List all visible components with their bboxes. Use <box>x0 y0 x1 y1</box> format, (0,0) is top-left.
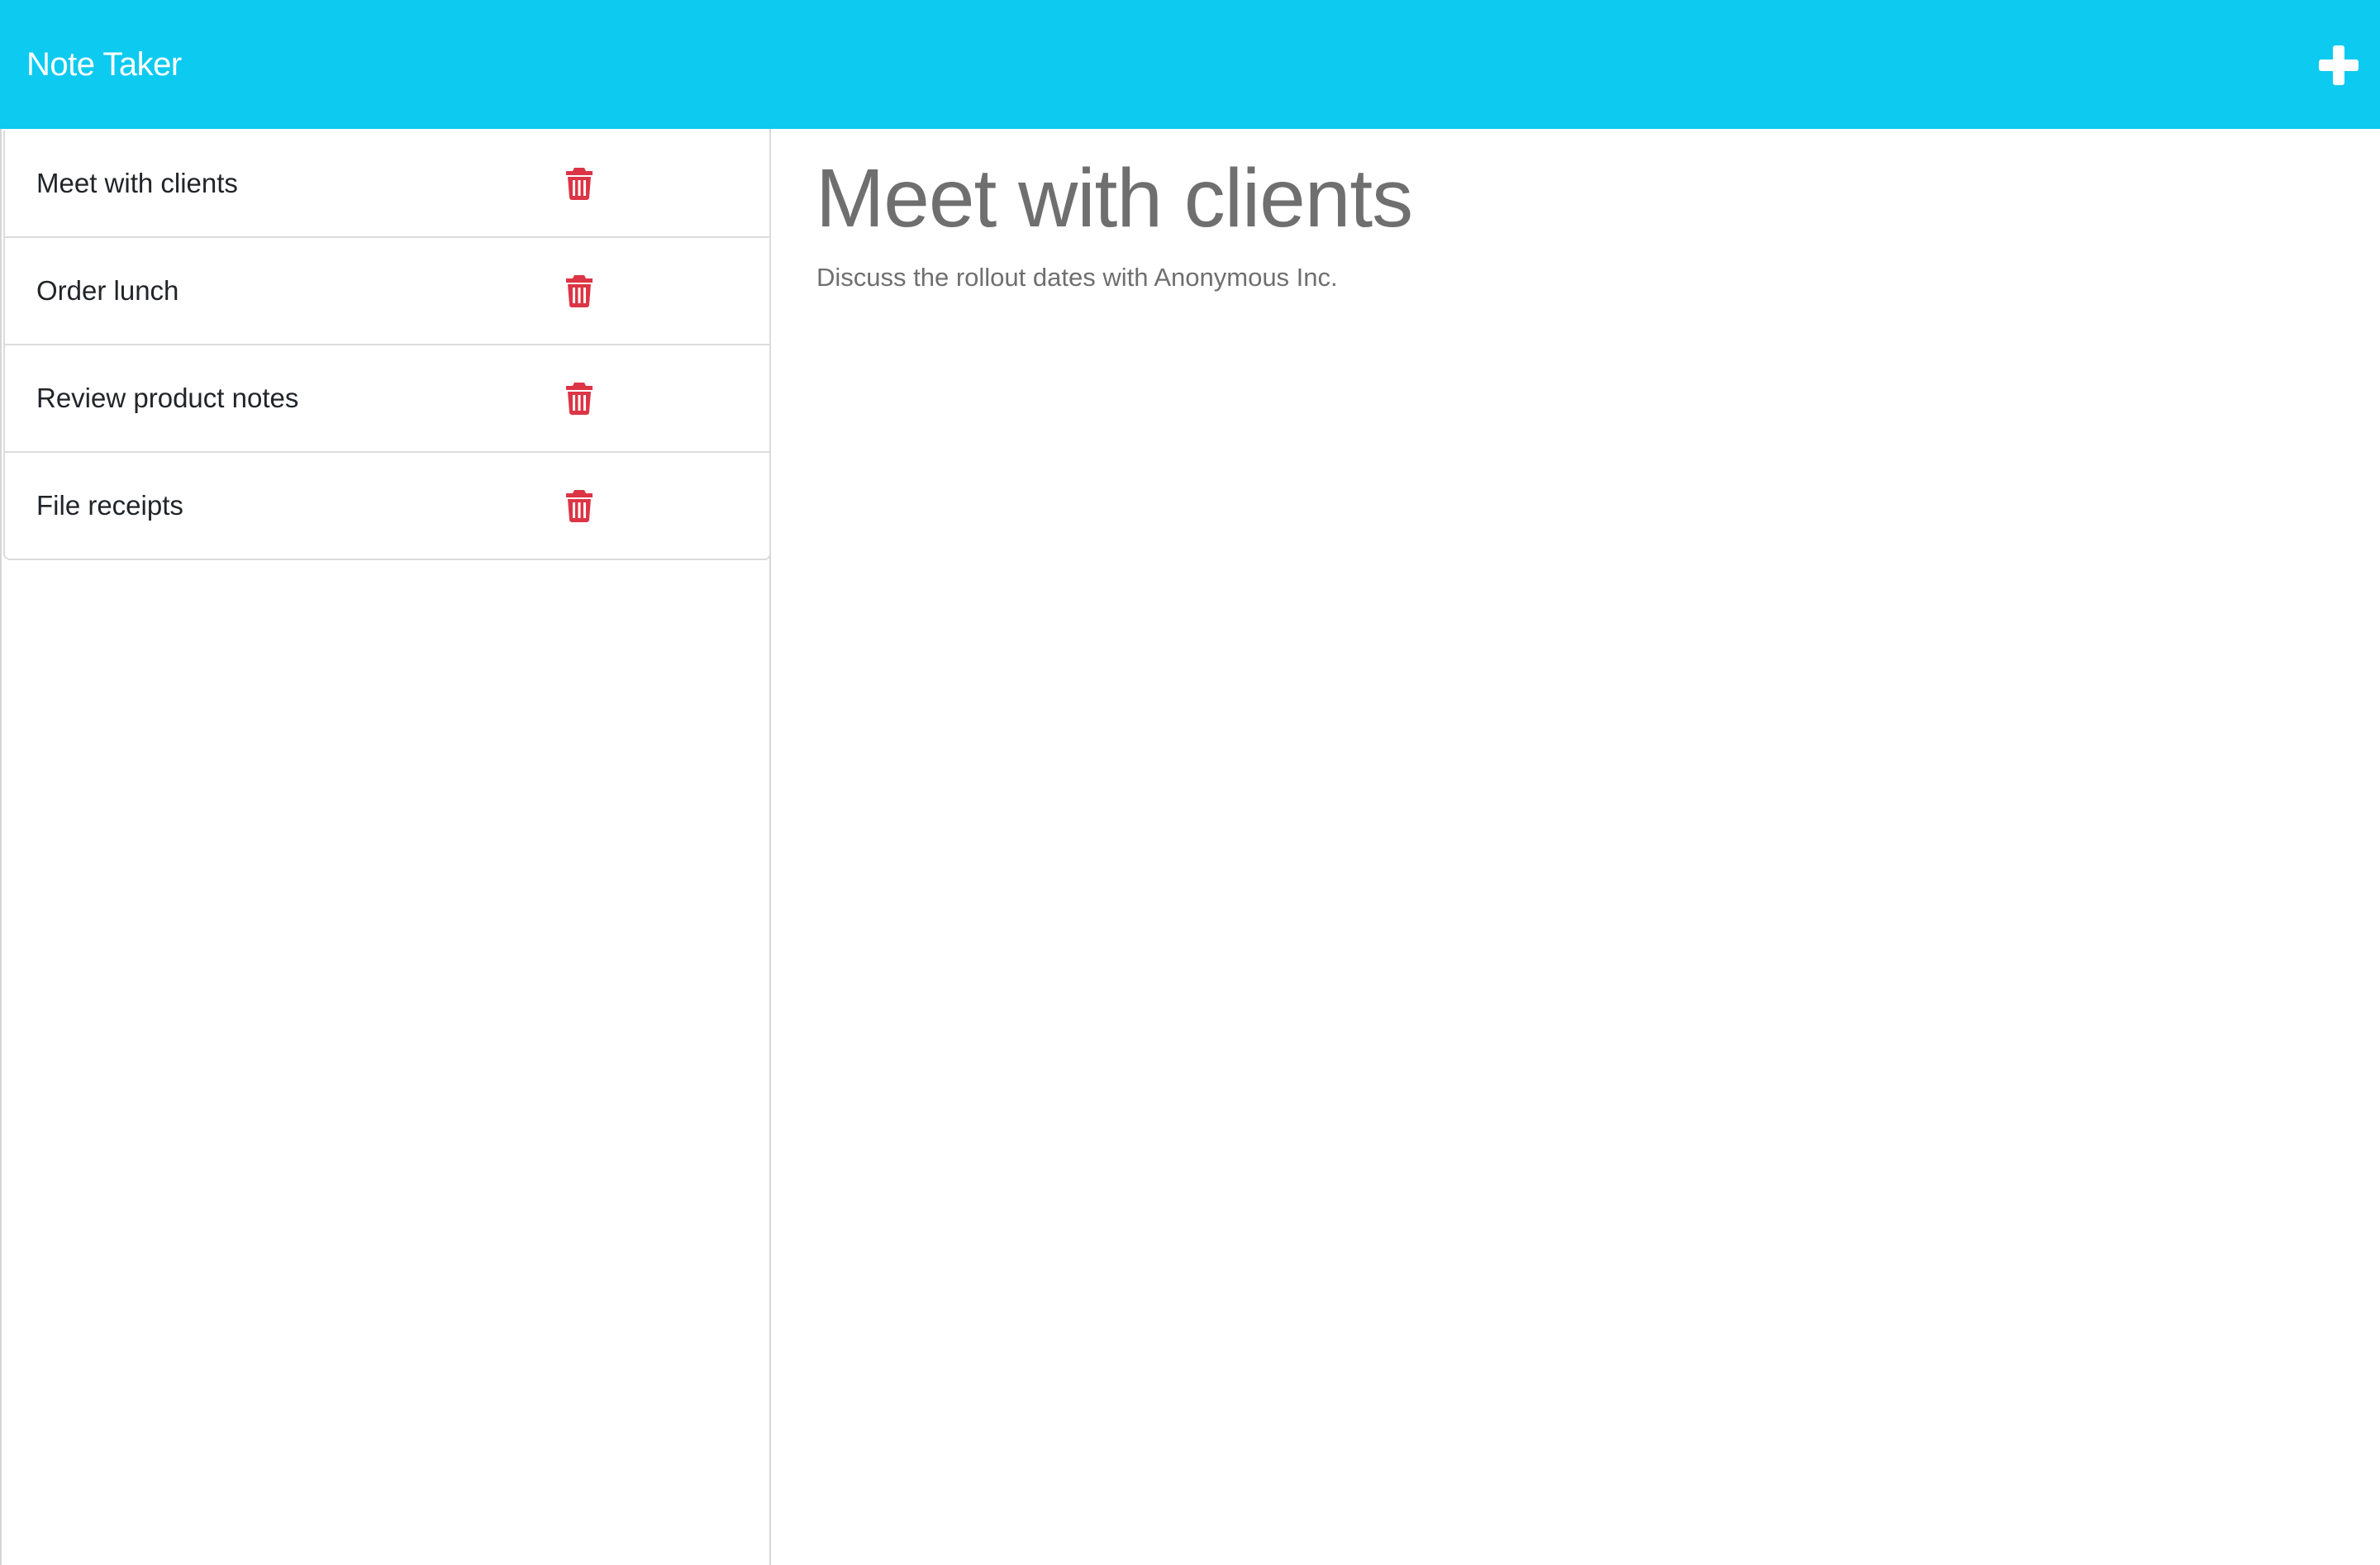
note-list-item[interactable]: Review product notes <box>5 344 769 451</box>
trash-icon[interactable] <box>565 382 593 415</box>
note-list-item[interactable]: Order lunch <box>5 236 769 344</box>
note-title-display[interactable]: Meet with clients <box>816 149 1413 248</box>
note-list-item[interactable]: Meet with clients <box>5 131 769 236</box>
note-list-item[interactable]: File receipts <box>5 451 769 559</box>
notes-sidebar: Meet with clients Order lunch Review pro… <box>0 129 771 1565</box>
note-editor: Meet with clients Discuss the rollout da… <box>771 129 2380 1565</box>
navbar: Note Taker <box>0 0 2380 129</box>
new-note-button[interactable] <box>2314 40 2363 90</box>
plus-icon <box>2319 45 2359 85</box>
note-list: Meet with clients Order lunch Review pro… <box>3 131 771 560</box>
trash-icon[interactable] <box>565 274 593 307</box>
note-list-item-title[interactable]: File receipts <box>36 490 183 521</box>
note-text-display[interactable]: Discuss the rollout dates with Anonymous… <box>816 261 1338 294</box>
note-list-item-title[interactable]: Meet with clients <box>36 168 238 199</box>
note-list-item-title[interactable]: Order lunch <box>36 275 178 307</box>
trash-icon[interactable] <box>565 167 593 200</box>
trash-icon[interactable] <box>565 489 593 522</box>
app-title[interactable]: Note Taker <box>26 43 182 86</box>
note-list-item-title[interactable]: Review product notes <box>36 383 298 414</box>
